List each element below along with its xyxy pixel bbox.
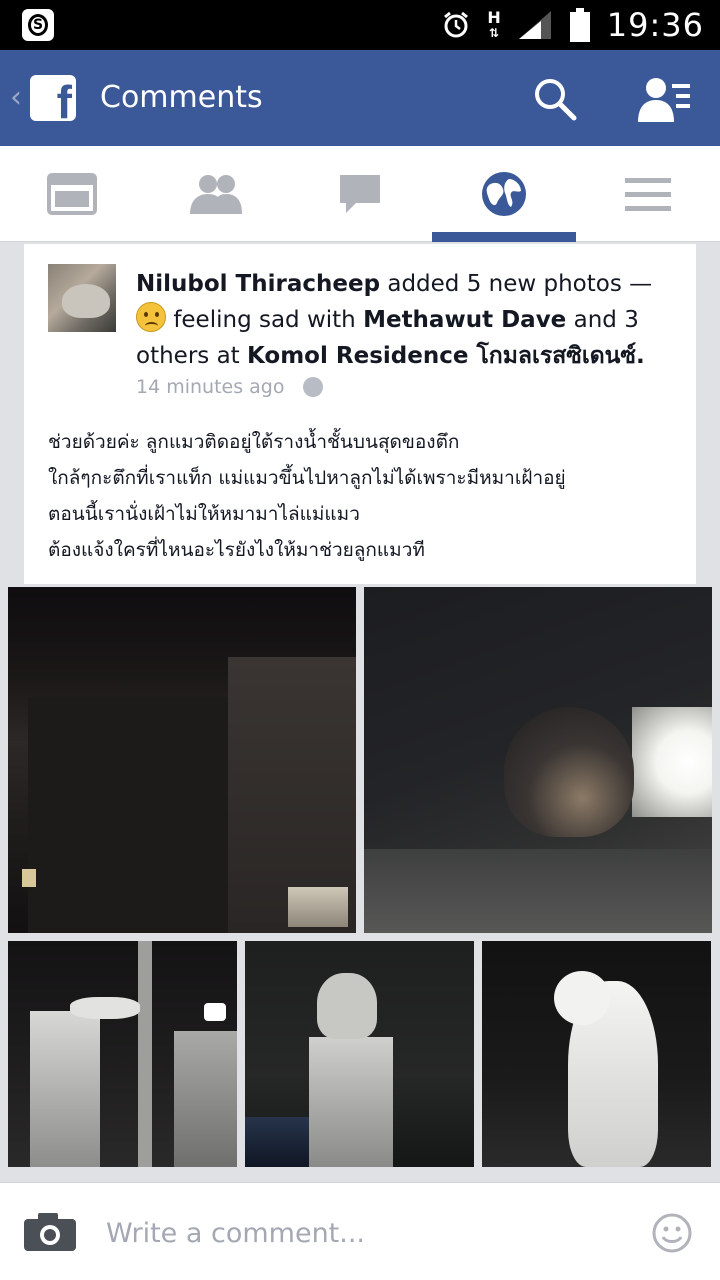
friends-icon — [190, 175, 242, 214]
post-photo-1[interactable] — [8, 587, 356, 933]
search-icon[interactable] — [532, 76, 578, 122]
friend-requests-icon[interactable] — [636, 74, 692, 124]
post-text-line: ใกล้ๆกะตึกที่เราแท็ก แม่แมวขึ้นไปหาลูกไม… — [48, 467, 566, 489]
post-action: added 5 new photos — — [387, 271, 653, 297]
post-text-line: ต้องแจ้งใครที่ไหนอะไรยังไงให้มาช่วยลูกแม… — [48, 539, 425, 561]
location-name[interactable]: Komol Residence โกมลเรสซิเดนซ์. — [247, 343, 645, 369]
page-title: Comments — [100, 80, 263, 115]
comment-input[interactable] — [106, 1213, 626, 1253]
skype-icon: S — [22, 9, 54, 41]
tab-friends[interactable] — [144, 146, 288, 242]
alarm-icon — [444, 11, 469, 38]
globe-icon — [482, 172, 526, 216]
timestamp[interactable]: 14 minutes ago — [136, 376, 285, 398]
post-text-line: ช่วยด้วยค่ะ ลูกแมวติดอยู่ใต้รางน้ำชั้นบน… — [48, 431, 460, 453]
camera-icon[interactable] — [24, 1211, 76, 1251]
signal-icon — [518, 11, 551, 39]
news-feed-icon — [47, 173, 97, 215]
post-photo-3[interactable] — [8, 941, 237, 1167]
active-tab-indicator — [432, 232, 576, 242]
post-body: ช่วยด้วยค่ะ ลูกแมวติดอยู่ใต้รางน้ำชั้นบน… — [48, 424, 688, 568]
tagged-person[interactable]: Methawut Dave — [363, 307, 566, 333]
post-photo-4[interactable] — [245, 941, 474, 1167]
battery-icon — [569, 8, 590, 42]
back-chevron-icon[interactable]: ‹ — [10, 80, 22, 115]
feeling-text: feeling sad with — [173, 307, 356, 333]
public-privacy-icon — [302, 377, 323, 397]
network-h-icon: H ⇅ — [487, 7, 501, 40]
tab-news-feed[interactable] — [0, 146, 144, 242]
app-header: ‹ f Comments — [0, 50, 720, 146]
post-headline: Nilubol Thiracheep added 5 new photos — … — [136, 266, 676, 374]
sad-face-icon — [136, 302, 166, 332]
post-photo-2[interactable] — [364, 587, 712, 933]
clock: 19:36 — [606, 6, 704, 44]
post-text-line: ตอนนี้เรานั่งเฝ้าไม่ให้หมามาไล่แม่แมว — [48, 503, 360, 525]
tab-bar — [0, 146, 720, 242]
comment-bar — [0, 1182, 720, 1280]
messages-icon — [340, 175, 380, 213]
post-photo-5[interactable] — [482, 941, 711, 1167]
status-bar: S H ⇅ 19:36 — [0, 0, 720, 50]
facebook-logo-icon[interactable]: f — [30, 75, 76, 121]
network-type-label: H — [487, 7, 501, 27]
tab-messages[interactable] — [288, 146, 432, 242]
post-meta: 14 minutes ago — [136, 376, 323, 398]
author-name[interactable]: Nilubol Thiracheep — [136, 271, 380, 297]
avatar[interactable] — [48, 264, 116, 332]
tab-notifications[interactable] — [432, 146, 576, 242]
post-card: Nilubol Thiracheep added 5 new photos — … — [24, 244, 696, 584]
emoji-icon[interactable] — [652, 1213, 692, 1253]
tab-more[interactable] — [576, 146, 720, 242]
menu-icon — [625, 178, 671, 211]
